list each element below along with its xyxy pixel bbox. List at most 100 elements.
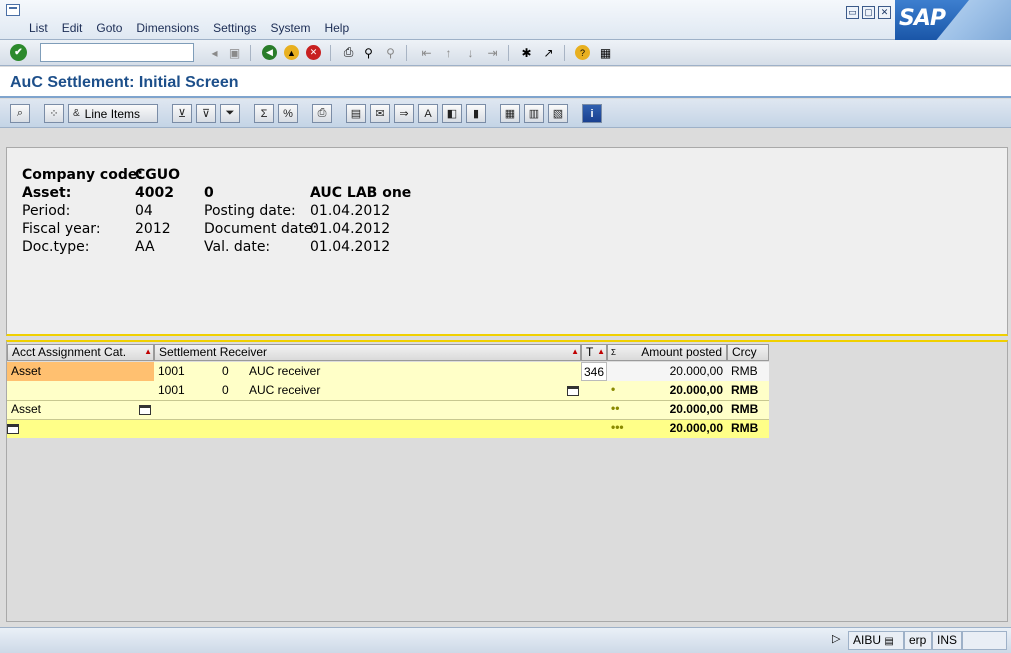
close-icon[interactable]: ✕ bbox=[878, 6, 891, 19]
next-page-icon[interactable]: ↓ bbox=[462, 44, 479, 61]
save-icon[interactable]: ▣ bbox=[226, 44, 243, 61]
title-bar: AuC Settlement: Initial Screen bbox=[0, 67, 1011, 98]
t-value[interactable]: 346 bbox=[581, 362, 607, 381]
filter-icon[interactable]: ⏷ bbox=[220, 104, 240, 123]
information-icon[interactable]: i bbox=[582, 104, 602, 123]
total-icon[interactable]: Σ bbox=[254, 104, 274, 123]
graphic-icon[interactable]: ◧ bbox=[442, 104, 462, 123]
subtotal-asset-label: Asset bbox=[11, 402, 42, 416]
menu-system[interactable]: System bbox=[263, 21, 317, 35]
receiver-sub: 0 bbox=[222, 383, 229, 397]
doc-type-label: Doc.type: bbox=[22, 239, 90, 255]
column-header-t[interactable]: T ▲ bbox=[581, 344, 607, 361]
amount-value: 20.000,00 bbox=[607, 362, 727, 381]
chart-icon[interactable]: ▮ bbox=[466, 104, 486, 123]
choose-layout-icon[interactable]: ▦ bbox=[500, 104, 520, 123]
sort-descending-icon[interactable]: ⊽ bbox=[196, 104, 216, 123]
crcy-value: RMB bbox=[731, 383, 759, 397]
input-mode[interactable]: INS bbox=[932, 631, 962, 650]
column-header-settlement-receiver[interactable]: Settlement Receiver ▲ bbox=[154, 344, 581, 361]
maximize-icon[interactable]: ▢ bbox=[862, 6, 875, 19]
sap-logo-text: SAP bbox=[899, 6, 946, 31]
print-preview-icon[interactable]: ⎙ bbox=[312, 104, 332, 123]
previous-page-icon[interactable]: ↑ bbox=[440, 44, 457, 61]
status-expand-icon[interactable]: ▷ bbox=[828, 631, 844, 650]
sum-icon: Σ bbox=[611, 348, 616, 357]
print-subtotal-icon[interactable] bbox=[567, 381, 579, 400]
sort-indicator-icon: ▲ bbox=[571, 347, 579, 356]
find-next-icon[interactable]: ⚲ bbox=[382, 44, 399, 61]
company-code-label: Company code: bbox=[22, 167, 143, 183]
receiver-no: 1001 bbox=[158, 364, 185, 378]
print-subtotal-icon[interactable] bbox=[139, 400, 151, 419]
cat-value: Asset bbox=[11, 364, 42, 378]
enter-icon[interactable]: ✔ bbox=[10, 44, 27, 61]
menu-list: List Edit Goto Dimensions Settings Syste… bbox=[22, 21, 356, 35]
back-arrow-icon[interactable]: ◂ bbox=[206, 44, 223, 61]
window-controls: ▭ ▢ ✕ bbox=[846, 6, 891, 19]
sap-logo: SAP bbox=[895, 0, 1011, 40]
total-crcy: RMB bbox=[731, 421, 759, 435]
table-row-cat-cell bbox=[7, 381, 154, 400]
details-icon[interactable]: ⌕ bbox=[10, 104, 30, 123]
cancel-icon[interactable]: ✕ bbox=[306, 45, 321, 60]
line-items-label: Line Items bbox=[84, 106, 141, 121]
command-field[interactable] bbox=[40, 43, 194, 62]
shortcut-icon[interactable]: ↗ bbox=[540, 44, 557, 61]
change-layout-icon[interactable]: ▥ bbox=[524, 104, 544, 123]
minimize-icon[interactable]: ▭ bbox=[846, 6, 859, 19]
menu-edit[interactable]: Edit bbox=[55, 21, 90, 35]
export-icon[interactable]: ▤ bbox=[346, 104, 366, 123]
menu-settings[interactable]: Settings bbox=[206, 21, 263, 35]
val-date-label: Val. date: bbox=[204, 239, 271, 255]
application-toolbar: ⌕ ⁘ & Line Items ⊻ ⊽ ⏷ Σ % ⎙ ▤ ✉ ⇒ A ◧ ▮… bbox=[0, 99, 1011, 128]
column-header-acct-assignment-cat[interactable]: Acct Assignment Cat. ▲ bbox=[7, 344, 154, 361]
sap-window: List Edit Goto Dimensions Settings Syste… bbox=[0, 0, 1011, 653]
toolbar-separator bbox=[330, 45, 331, 61]
menu-help[interactable]: Help bbox=[317, 21, 356, 35]
transaction-code-text: AIBU bbox=[853, 633, 882, 647]
receiver-text: AUC receiver bbox=[249, 383, 321, 397]
menu-list-item[interactable]: List bbox=[22, 21, 55, 35]
last-page-icon[interactable]: ⇥ bbox=[484, 44, 501, 61]
settlement-icon[interactable]: ⁘ bbox=[44, 104, 64, 123]
toolbar-separator bbox=[250, 45, 251, 61]
column-label: Amount posted bbox=[641, 345, 722, 359]
document-date-label: Document date: bbox=[204, 221, 318, 237]
print-icon[interactable]: ⎙ bbox=[340, 44, 357, 61]
first-page-icon[interactable]: ⇤ bbox=[418, 44, 435, 61]
print-total-icon[interactable] bbox=[7, 419, 19, 438]
find-icon[interactable]: ⚲ bbox=[360, 44, 377, 61]
table-row[interactable] bbox=[154, 362, 581, 381]
layout-menu-icon[interactable]: ▦ bbox=[597, 44, 614, 61]
create-session-icon[interactable]: ✱ bbox=[518, 44, 535, 61]
amount-value: 20.000,00 bbox=[669, 383, 723, 397]
menu-goto[interactable]: Goto bbox=[89, 21, 129, 35]
val-date-value: 01.04.2012 bbox=[310, 239, 391, 255]
resize-grip[interactable] bbox=[962, 631, 1007, 650]
toolbar-separator bbox=[564, 45, 565, 61]
sort-ascending-icon[interactable]: ⊻ bbox=[172, 104, 192, 123]
system-menu-icon[interactable] bbox=[6, 4, 20, 16]
line-items-button[interactable]: & Line Items bbox=[68, 104, 158, 123]
abc-analysis-icon[interactable]: A bbox=[418, 104, 438, 123]
settlement-header-panel: Company code: CGUO Asset: 4002 0 AUC LAB… bbox=[6, 147, 1008, 336]
asset-description: AUC LAB one bbox=[310, 185, 412, 201]
sort-indicator-icon: ▲ bbox=[144, 347, 152, 356]
help-icon[interactable]: ? bbox=[575, 45, 590, 60]
exit-icon[interactable]: ▲ bbox=[284, 45, 299, 60]
save-layout-icon[interactable]: ▧ bbox=[548, 104, 568, 123]
column-header-amount-posted[interactable]: Σ Amount posted bbox=[607, 344, 727, 361]
subtotal-icon[interactable]: % bbox=[278, 104, 298, 123]
asset-label: Asset: bbox=[22, 185, 72, 201]
back-icon[interactable]: ◀ bbox=[262, 45, 277, 60]
total-amount: 20.000,00 bbox=[669, 421, 723, 435]
word-processing-icon[interactable]: ✉ bbox=[370, 104, 390, 123]
local-file-icon[interactable]: ⇒ bbox=[394, 104, 414, 123]
menu-dimensions[interactable]: Dimensions bbox=[129, 21, 206, 35]
status-bar: ▷ AIBU ▤ erp INS bbox=[0, 627, 1011, 653]
system-name: erp bbox=[904, 631, 932, 650]
receiver-text: AUC receiver bbox=[249, 364, 321, 378]
session-icon: ▤ bbox=[884, 636, 894, 647]
column-header-crcy[interactable]: Crcy bbox=[727, 344, 769, 361]
